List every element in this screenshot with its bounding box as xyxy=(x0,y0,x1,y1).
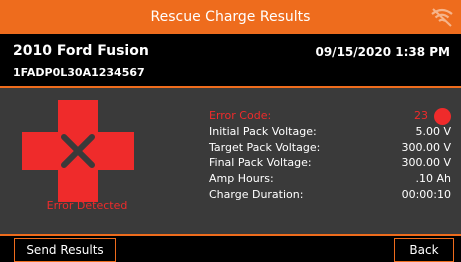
bottom-bar: Send Results Back xyxy=(0,236,461,262)
result-value: 300.00 V xyxy=(401,156,451,170)
result-datetime: 09/15/2020 1:38 PM xyxy=(315,45,450,59)
result-label: Final Pack Voltage: xyxy=(209,156,312,170)
page-title: Rescue Charge Results xyxy=(150,9,311,25)
title-bar: Rescue Charge Results xyxy=(0,0,461,34)
vehicle-vin: 1FADP0L30A1234567 xyxy=(13,66,145,79)
send-results-button[interactable]: Send Results xyxy=(14,238,116,262)
result-row: Final Pack Voltage: 300.00 V xyxy=(209,155,451,171)
back-button[interactable]: Back xyxy=(394,238,454,262)
results-list: Error Code: 23 Initial Pack Voltage: 5.0… xyxy=(209,108,451,203)
result-row: Amp Hours: .10 Ah xyxy=(209,171,451,187)
error-code-value: 23 xyxy=(414,109,428,122)
result-row: Initial Pack Voltage: 5.00 V xyxy=(209,124,451,140)
result-value: 5.00 V xyxy=(415,124,451,138)
error-indicator-icon xyxy=(434,108,451,125)
result-label: Target Pack Voltage: xyxy=(209,140,321,154)
red-cross-x-icon xyxy=(22,100,134,202)
result-value: 00:00:10 xyxy=(401,187,451,201)
result-label: Amp Hours: xyxy=(209,172,274,186)
error-code-label: Error Code: xyxy=(209,109,272,122)
result-label: Initial Pack Voltage: xyxy=(209,124,317,138)
result-row: Target Pack Voltage: 300.00 V xyxy=(209,140,451,156)
result-value: .10 Ah xyxy=(415,172,452,186)
result-label: Charge Duration: xyxy=(209,187,304,201)
results-panel: Error Detected Error Code: 23 Initial Pa… xyxy=(0,88,461,234)
vehicle-info: 2010 Ford Fusion 1FADP0L30A1234567 09/15… xyxy=(0,34,461,86)
result-row: Charge Duration: 00:00:10 xyxy=(209,187,451,203)
status-label: Error Detected xyxy=(46,199,128,212)
wifi-icon xyxy=(431,8,453,27)
result-value: 300.00 V xyxy=(401,140,451,154)
error-code-row: Error Code: 23 xyxy=(209,108,451,125)
vehicle-name: 2010 Ford Fusion xyxy=(13,43,149,59)
